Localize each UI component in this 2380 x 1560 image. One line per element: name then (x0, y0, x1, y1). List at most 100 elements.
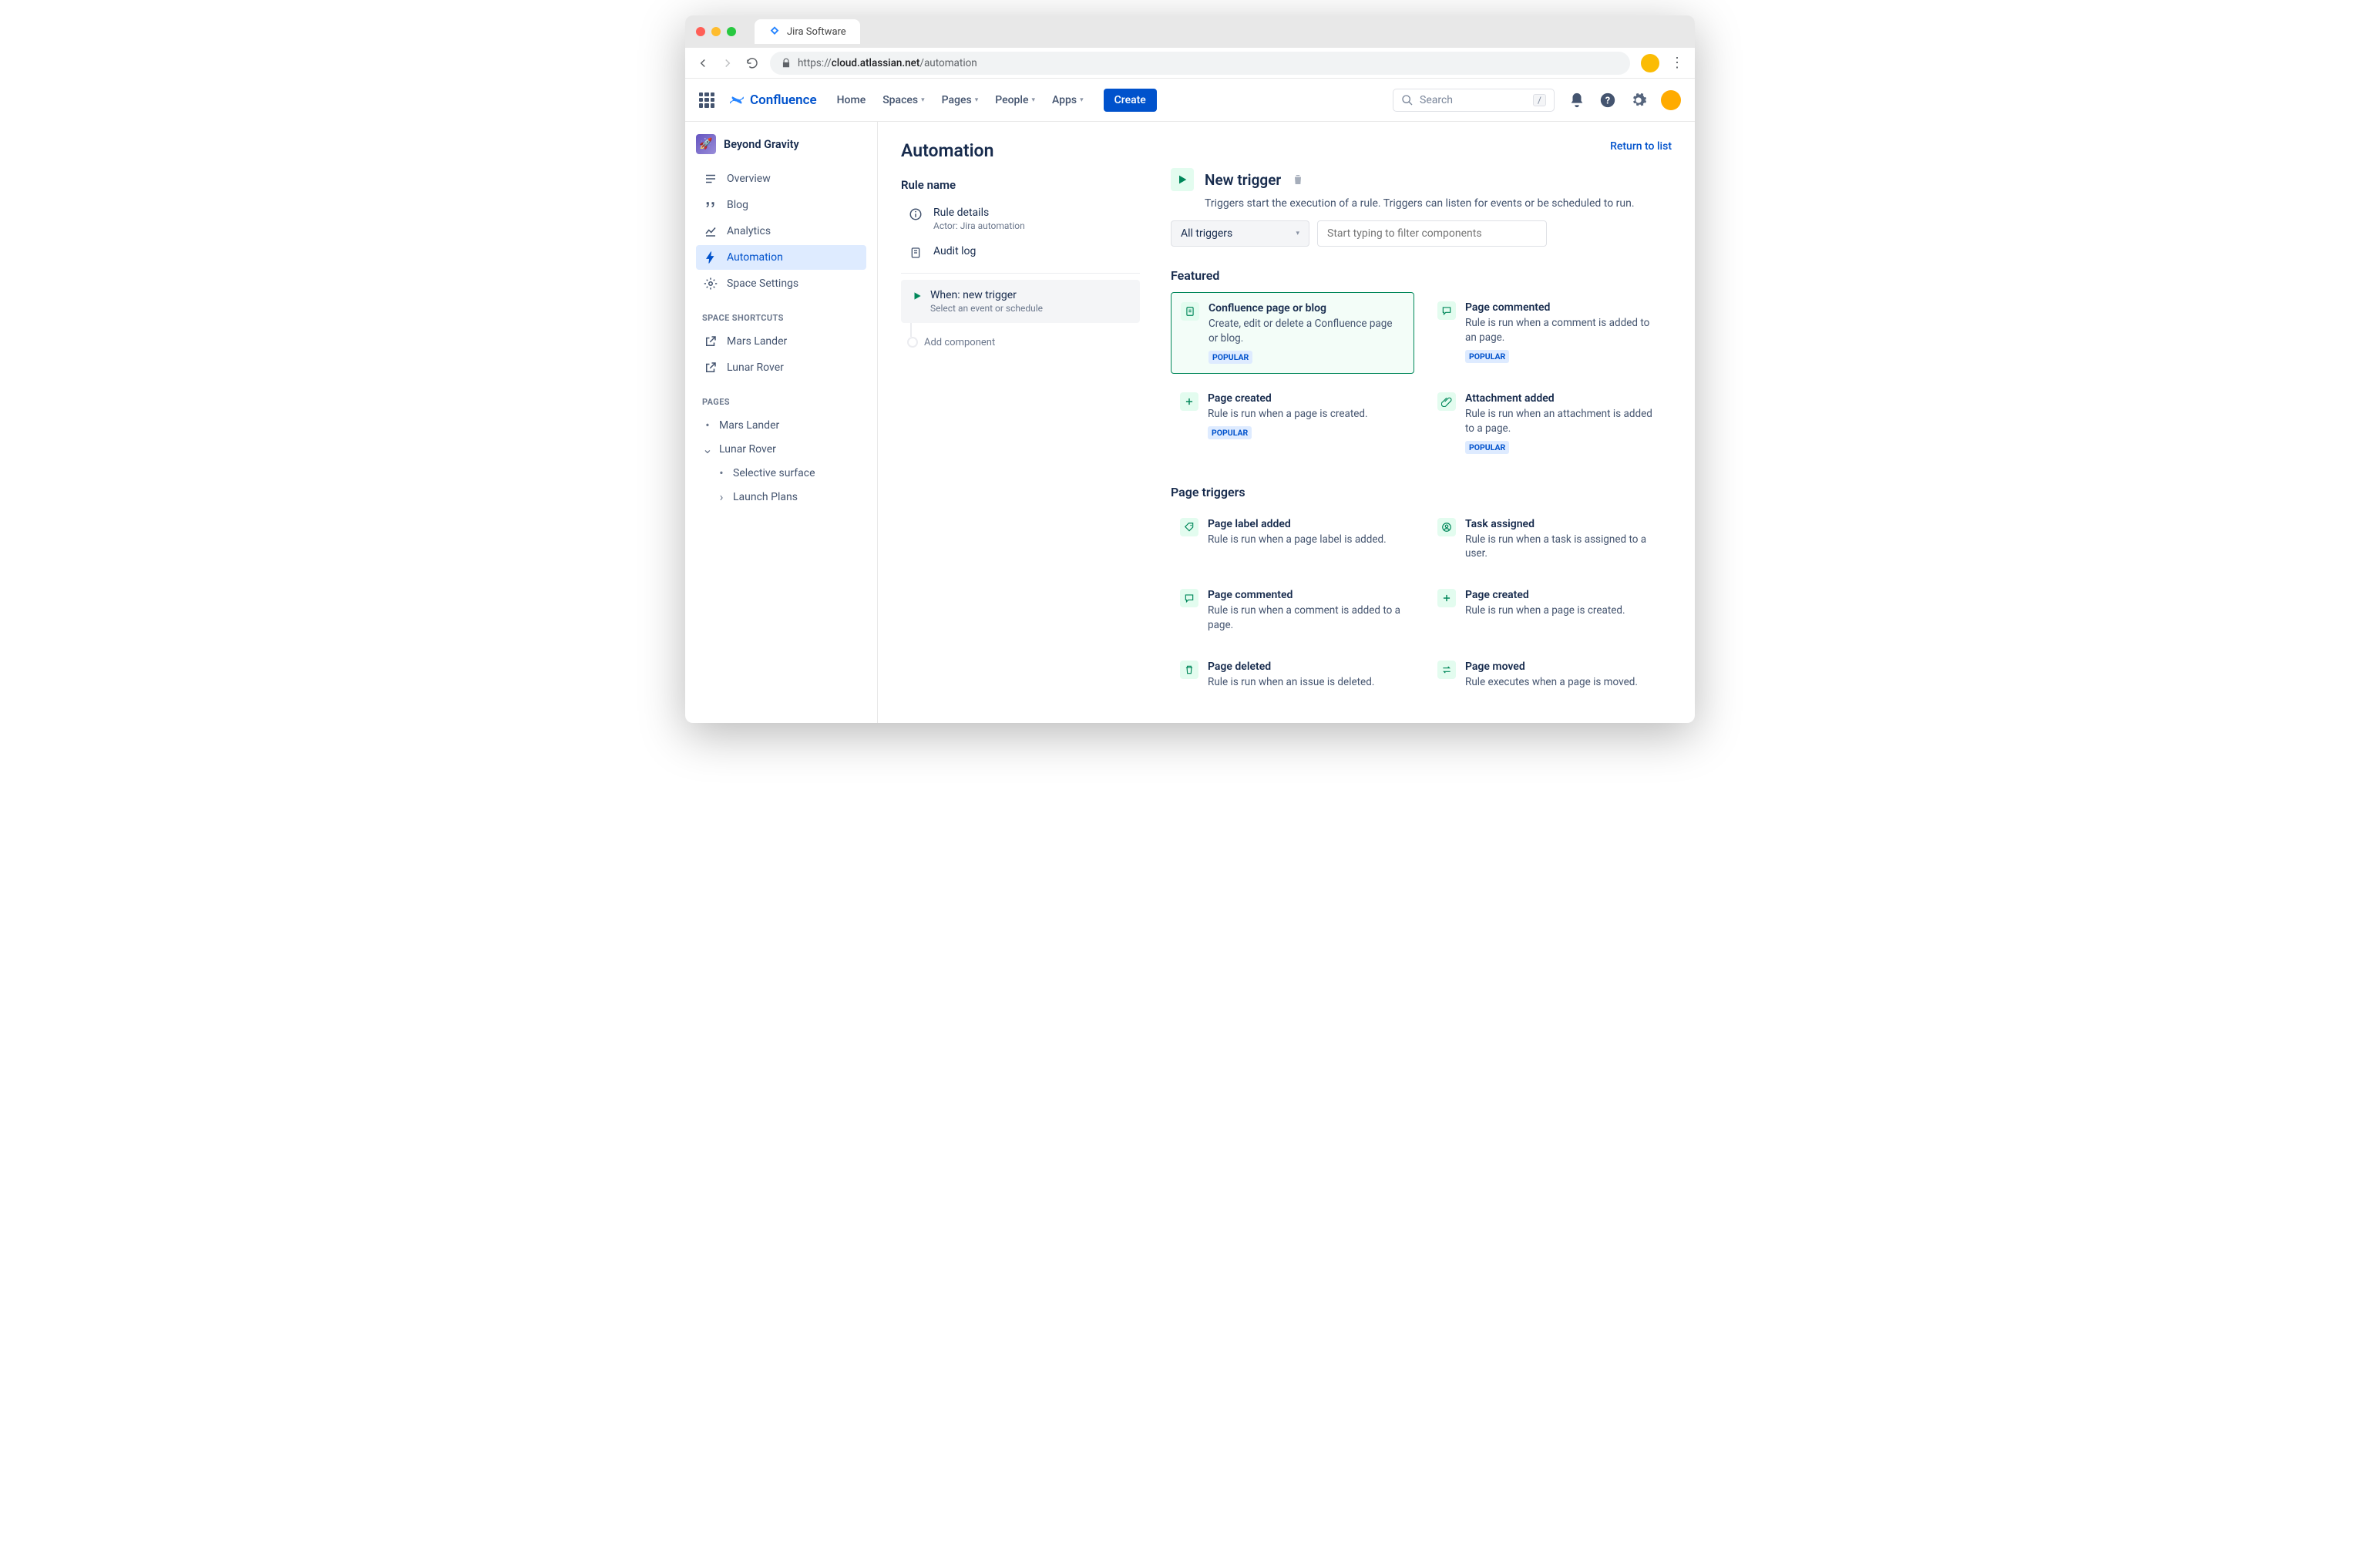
nav-spaces[interactable]: Spaces▾ (876, 89, 930, 111)
plus-icon (1437, 589, 1456, 607)
trash-icon (1180, 661, 1198, 679)
forward-icon[interactable] (721, 56, 735, 70)
trigger-page-label-added[interactable]: Page label addedRule is run when a page … (1171, 509, 1414, 571)
confluence-icon (728, 92, 745, 109)
popular-badge: POPULAR (1208, 426, 1252, 439)
trigger-confluence-page-or-blog[interactable]: Confluence page or blogCreate, edit or d… (1171, 292, 1414, 374)
create-button[interactable]: Create (1104, 89, 1157, 112)
space-header[interactable]: Beyond Gravity (696, 134, 866, 154)
trigger-type-select[interactable]: All triggers ▾ (1171, 220, 1309, 247)
nav-people[interactable]: People▾ (989, 89, 1041, 111)
chevron-down-icon: ▾ (1296, 230, 1299, 237)
profile-avatar[interactable] (1641, 54, 1659, 72)
user-avatar[interactable] (1661, 90, 1681, 110)
comment-icon (1180, 589, 1198, 607)
filter-input[interactable] (1317, 220, 1547, 247)
nav-home[interactable]: Home (831, 89, 872, 111)
return-to-list-link[interactable]: Return to list (1610, 140, 1672, 153)
search-input[interactable]: Search / (1393, 89, 1555, 112)
space-avatar (696, 134, 716, 154)
chevron-down-icon: ▾ (1080, 96, 1084, 104)
popular-badge: POPULAR (1208, 351, 1252, 364)
shortcut-mars-lander[interactable]: Mars Lander (696, 329, 866, 354)
chevron-down-icon: ▾ (1031, 96, 1035, 104)
audit-log-row[interactable]: Audit log (901, 238, 1140, 267)
help-icon[interactable]: ? (1599, 92, 1616, 109)
user-icon (1437, 518, 1456, 536)
slash-hint: / (1533, 94, 1546, 106)
page-title: Automation (901, 140, 1140, 161)
nav-items: Home Spaces▾ Pages▾ People▾ Apps▾ (831, 89, 1090, 111)
sidebar-item-blog[interactable]: Blog (696, 193, 866, 217)
log-icon (909, 246, 922, 260)
pages-heading: PAGES (702, 397, 866, 407)
plus-icon (1180, 392, 1198, 411)
space-title: Beyond Gravity (724, 138, 799, 151)
minimize-icon[interactable] (711, 27, 721, 36)
notifications-icon[interactable] (1568, 92, 1585, 109)
maximize-icon[interactable] (727, 27, 736, 36)
tab-title: Jira Software (787, 26, 846, 38)
browser-menu-icon[interactable]: ⋮ (1670, 55, 1684, 71)
sidebar: Beyond Gravity OverviewBlogAnalyticsAuto… (685, 122, 878, 723)
trigger-task-assigned[interactable]: Task assignedRule is run when a task is … (1428, 509, 1672, 571)
trigger-page-moved[interactable]: Page movedRule executes when a page is m… (1428, 651, 1672, 699)
confluence-logo[interactable]: Confluence (728, 92, 817, 109)
delete-trigger-icon[interactable] (1292, 173, 1304, 186)
browser-tab[interactable]: Jira Software (755, 19, 860, 44)
back-icon[interactable] (696, 56, 710, 70)
shortcut-lunar-rover[interactable]: Lunar Rover (696, 355, 866, 380)
page-icon (1181, 302, 1199, 321)
rule-builder-column: Automation Rule name Rule details Actor:… (901, 140, 1140, 704)
nav-pages[interactable]: Pages▾ (936, 89, 985, 111)
page-triggers-heading: Page triggers (1171, 485, 1672, 499)
chevron-down-icon: ▾ (975, 96, 979, 104)
page-selective-surface[interactable]: •Selective surface (696, 461, 866, 485)
trigger-description: Triggers start the execution of a rule. … (1205, 197, 1672, 210)
featured-heading: Featured (1171, 268, 1672, 283)
popular-badge: POPULAR (1465, 441, 1509, 454)
clip-icon (1437, 392, 1456, 411)
trigger-page-deleted[interactable]: Page deletedRule is run when an issue is… (1171, 651, 1414, 699)
sidebar-item-space-settings[interactable]: Space Settings (696, 271, 866, 296)
search-icon (1401, 94, 1414, 106)
trigger-page-created[interactable]: Page createdRule is run when a page is c… (1428, 580, 1672, 642)
trigger-title: New trigger (1205, 171, 1281, 189)
trigger-attachment-added[interactable]: Attachment addedRule is run when an atta… (1428, 383, 1672, 463)
rule-name-label: Rule name (901, 178, 1140, 192)
browser-chrome: Jira Software (685, 15, 1695, 48)
trigger-page-commented[interactable]: Page commentedRule is run when a comment… (1171, 580, 1414, 642)
page-launch-plans[interactable]: ›Launch Plans (696, 485, 866, 509)
play-icon (1171, 168, 1194, 191)
app-switcher-icon[interactable] (699, 92, 714, 108)
page-mars-lander[interactable]: •Mars Lander (696, 413, 866, 437)
settings-icon[interactable] (1630, 92, 1647, 109)
popular-badge: POPULAR (1465, 350, 1509, 363)
page-lunar-rover[interactable]: ⌄Lunar Rover (696, 437, 866, 461)
app-topnav: Confluence Home Spaces▾ Pages▾ People▾ A… (685, 79, 1695, 122)
trigger-picker-column: Return to list New trigger Triggers star… (1171, 140, 1672, 704)
sidebar-item-analytics[interactable]: Analytics (696, 219, 866, 244)
window-controls[interactable] (696, 27, 736, 36)
lock-icon (781, 58, 792, 69)
close-icon[interactable] (696, 27, 705, 36)
info-icon (909, 207, 923, 221)
sidebar-item-overview[interactable]: Overview (696, 166, 866, 191)
sidebar-item-automation[interactable]: Automation (696, 245, 866, 270)
svg-text:?: ? (1605, 95, 1610, 106)
when-trigger-card[interactable]: When: new trigger Select an event or sch… (901, 280, 1140, 323)
url-text: https://cloud.atlassian.net/automation (798, 57, 977, 69)
jira-icon (768, 25, 781, 38)
tag-icon (1180, 518, 1198, 536)
reload-icon[interactable] (745, 56, 759, 70)
nav-apps[interactable]: Apps▾ (1046, 89, 1090, 111)
add-component[interactable]: Add component (901, 323, 1140, 348)
trigger-page-commented[interactable]: Page commentedRule is run when a comment… (1428, 292, 1672, 374)
rule-details-row[interactable]: Rule details Actor: Jira automation (901, 200, 1140, 238)
chevron-down-icon: ▾ (921, 96, 925, 104)
comment-icon (1437, 301, 1456, 320)
address-bar[interactable]: https://cloud.atlassian.net/automation (770, 52, 1630, 75)
url-bar: https://cloud.atlassian.net/automation ⋮ (685, 48, 1695, 79)
trigger-page-created[interactable]: Page createdRule is run when a page is c… (1171, 383, 1414, 463)
shortcuts-heading: SPACE SHORTCUTS (702, 313, 866, 323)
